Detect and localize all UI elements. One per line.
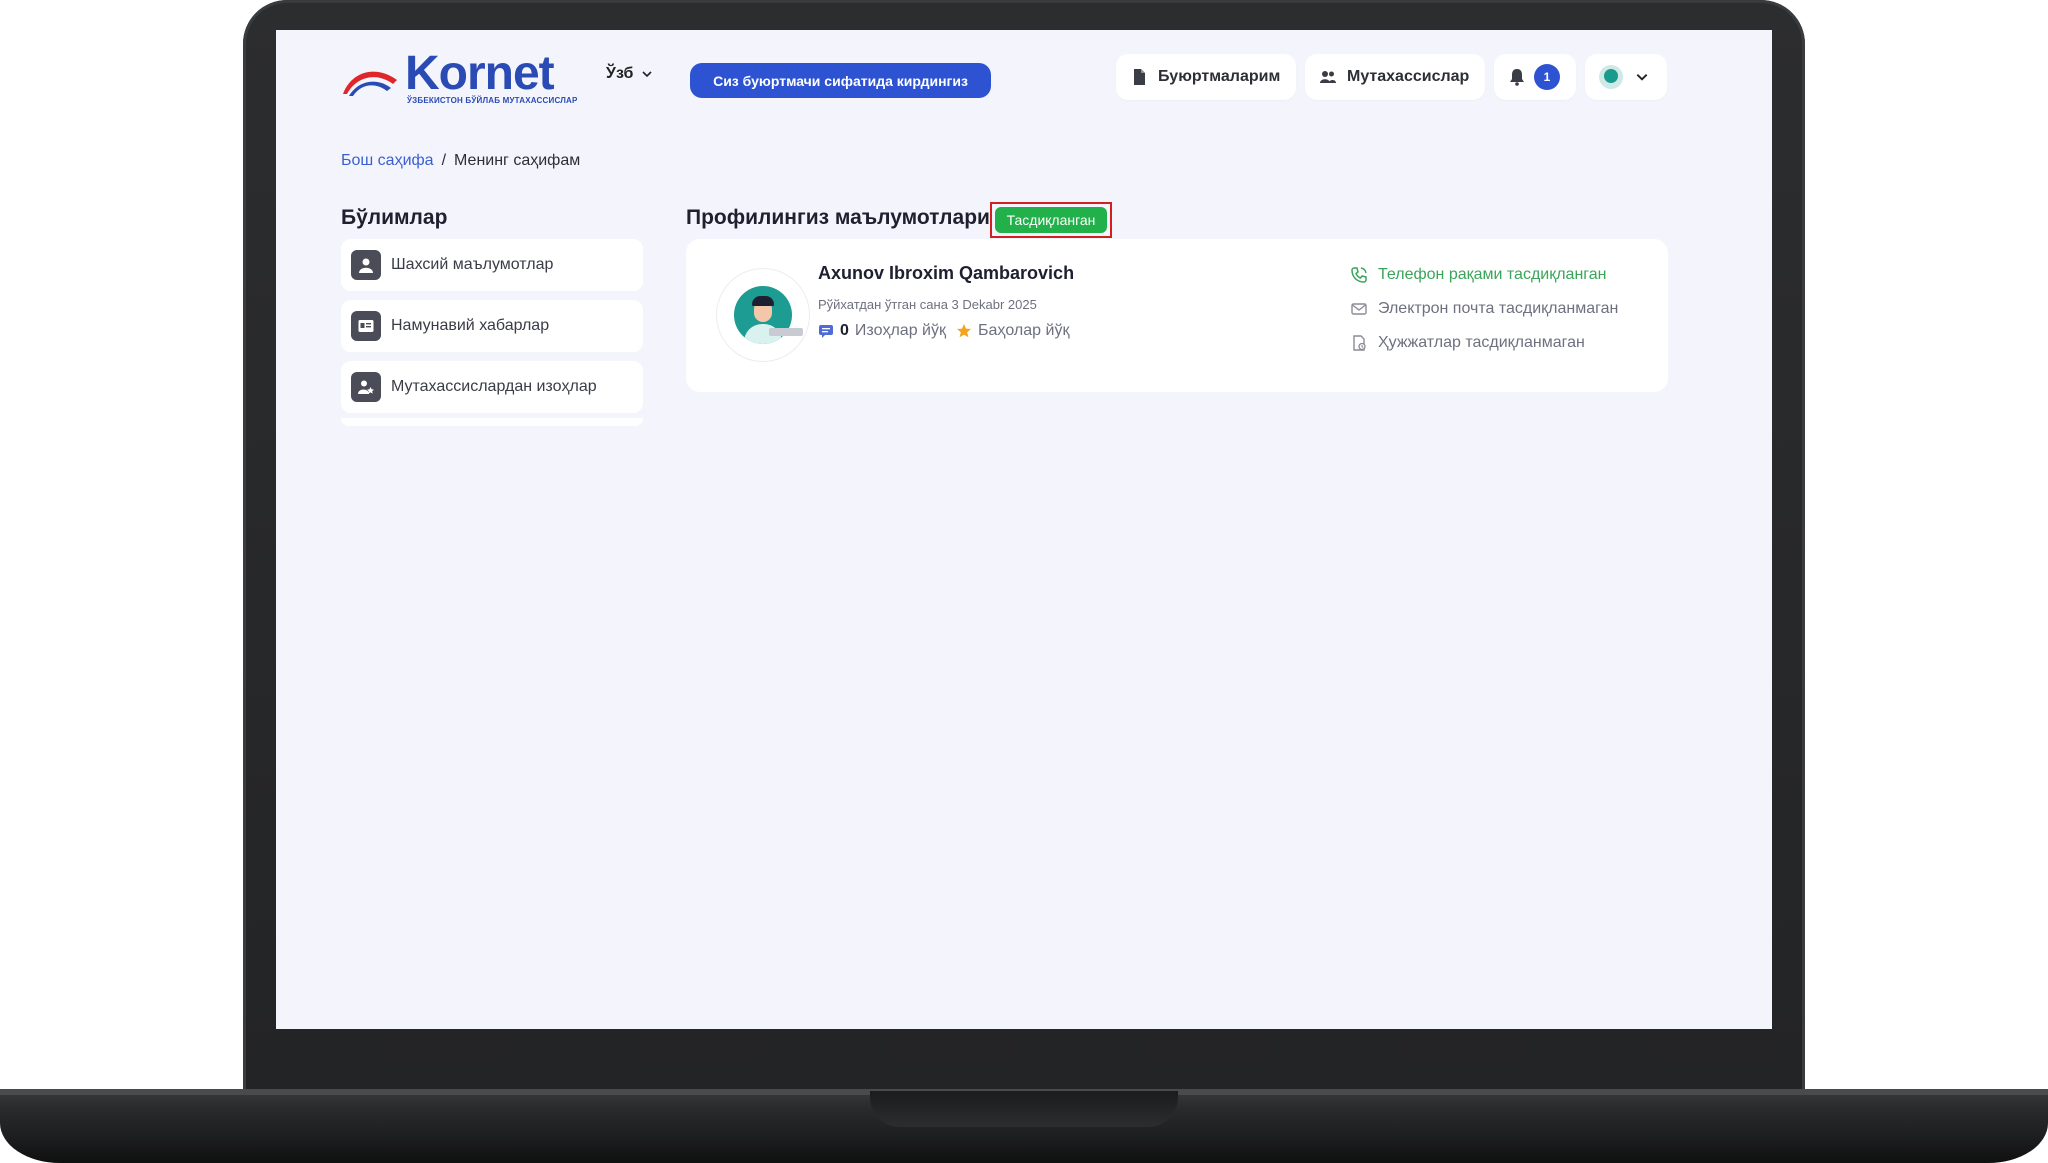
document-icon <box>1353 335 1366 351</box>
laptop-mockup: Kornet ЎЗБЕКИСТОН БЎЙЛАБ МУТАХАССИСЛАР Ў… <box>0 0 2048 1163</box>
kornet-logo[interactable]: Kornet ЎЗБЕКИСТОН БЎЙЛАБ МУТАХАССИСЛАР <box>341 47 578 112</box>
expert-review-icon <box>351 372 381 402</box>
experts-label: Мутахассислар <box>1347 68 1470 85</box>
breadcrumb-separator: / <box>441 152 447 169</box>
chevron-down-icon <box>1636 74 1648 81</box>
email-verification-status: Электрон почта тасдиқланмаган <box>1350 299 1618 319</box>
user-icon <box>351 250 381 280</box>
documents-verification-status: Ҳужжатлар тасдиқланмаган <box>1350 333 1618 353</box>
logo-tagline: ЎЗБЕКИСТОН БЎЙЛАБ МУТАХАССИСЛАР <box>407 96 578 105</box>
experts-button[interactable]: Мутахассислар <box>1305 54 1485 100</box>
phone-verification-label: Телефон рақами тасдиқланган <box>1378 266 1607 283</box>
sidebar-item-label: Шахсий маълумотлар <box>391 256 554 273</box>
users-icon <box>1320 71 1336 83</box>
breadcrumb-home-link[interactable]: Бош саҳифа <box>341 152 434 170</box>
ratings-label: Баҳолар йўқ <box>977 322 1070 339</box>
profile-stats: 0 Изоҳлар йўқ Баҳолар йўқ <box>818 322 1069 340</box>
chevron-down-icon <box>642 71 652 78</box>
screen: Kornet ЎЗБЕКИСТОН БЎЙЛАБ МУТАХАССИСЛАР Ў… <box>276 30 1772 1029</box>
sidebar-item-label: Мутахассислардан изоҳлар <box>391 378 597 395</box>
notifications-button[interactable]: 1 <box>1494 54 1576 100</box>
customer-role-button[interactable]: Сиз буюртмачи сифатида кирдингиз <box>690 63 991 98</box>
profile-name: Axunov Ibroxim Qambarovich <box>818 263 1075 283</box>
avatar-hair <box>752 296 774 306</box>
verified-status-badge: Тасдиқланган <box>995 207 1107 233</box>
my-orders-button[interactable]: Буюртмаларим <box>1116 54 1296 100</box>
breadcrumb: Бош саҳифа / Менинг саҳифам <box>341 152 580 170</box>
notifications-count-badge: 1 <box>1534 64 1560 90</box>
message-template-icon <box>351 311 381 341</box>
sidebar-item-personal-info[interactable]: Шахсий маълумотлар <box>341 239 643 291</box>
profile-section-title: Профилингиз маълумотлари <box>686 206 990 229</box>
sidebar-title: Бўлимлар <box>341 206 448 229</box>
logo-swoosh-icon <box>343 71 397 96</box>
profile-card: Axunov Ibroxim Qambarovich Рўйхатдан ўтг… <box>686 239 1668 392</box>
sidebar-item-label: Намунавий хабарлар <box>391 317 550 334</box>
mail-icon <box>1351 303 1367 315</box>
email-verification-label: Электрон почта тасдиқланмаган <box>1378 300 1619 317</box>
sidebar-item-message-templates[interactable]: Намунавий хабарлар <box>341 300 643 352</box>
user-menu-button[interactable] <box>1585 54 1667 100</box>
comments-count: 0 <box>840 322 849 339</box>
laptop-notch <box>870 1091 1178 1127</box>
sidebar-list-end <box>341 418 643 426</box>
my-orders-label: Буюртмаларим <box>1158 68 1281 85</box>
language-selector[interactable]: Ўзб <box>606 65 653 83</box>
registration-date: Рўйхатдан ўтган сана 3 Dekabr 2025 <box>818 297 1037 312</box>
sidebar-item-expert-reviews[interactable]: Мутахассислардан изоҳлар <box>341 361 643 413</box>
avatar <box>1599 65 1623 89</box>
logo-wordmark: Kornet <box>405 47 555 100</box>
star-icon <box>956 324 971 338</box>
avatar[interactable] <box>716 268 810 362</box>
avatar-laptop <box>769 328 803 336</box>
breadcrumb-current: Менинг саҳифам <box>454 152 581 169</box>
phone-icon <box>1351 267 1367 283</box>
verification-list: Телефон рақами тасдиқланган Электрон поч… <box>1350 265 1618 353</box>
phone-verification-status: Телефон рақами тасдиқланган <box>1350 265 1618 285</box>
comments-label: Изоҳлар йўқ <box>854 322 946 339</box>
comment-icon <box>819 325 833 338</box>
documents-verification-label: Ҳужжатлар тасдиқланмаган <box>1378 334 1585 351</box>
language-label: Ўзб <box>606 65 634 82</box>
document-icon <box>1134 69 1145 85</box>
bell-icon <box>1510 69 1524 86</box>
